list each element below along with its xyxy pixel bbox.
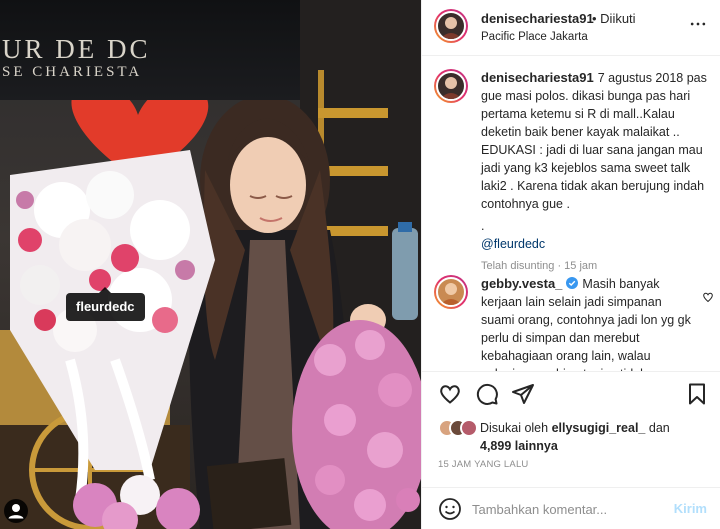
- author-avatar[interactable]: [434, 9, 468, 43]
- caption-dot: .: [481, 219, 485, 233]
- comment-body: gebby.vesta_ Masih banyak kerjaan lain se…: [481, 275, 693, 371]
- caption-text: 7 agustus 2018 pas gue masi polos. dikas…: [481, 71, 707, 211]
- post-header: denisechariesta91 • Diikuti Pacific Plac…: [422, 0, 720, 56]
- caption-username[interactable]: denisechariesta91: [481, 70, 594, 85]
- post-location[interactable]: Pacific Place Jakarta: [481, 31, 588, 43]
- store-sign: UR DE DC SE CHARIESTA: [0, 0, 300, 100]
- emoji-icon[interactable]: [438, 497, 462, 521]
- photo-tag-fleurdedc[interactable]: fleurdedc: [66, 287, 145, 321]
- caption-body: denisechariesta91 7 agustus 2018 pas gue …: [481, 69, 711, 275]
- likes-text: Disukai oleh ellysugigi_real_ dan: [480, 421, 670, 435]
- comments-list[interactable]: denisechariesta91 7 agustus 2018 pas gue …: [422, 57, 720, 371]
- post-actions-bar: [422, 371, 720, 415]
- caption-edited-meta: Telah disunting · 15 jam: [481, 260, 598, 272]
- likes-count[interactable]: 4,899 lainnya: [480, 439, 558, 453]
- commenter-avatar[interactable]: [434, 275, 468, 309]
- store-sign-subtitle: SE CHARIESTA: [2, 64, 143, 80]
- comment-like-heart-icon[interactable]: [702, 291, 714, 303]
- post-side-panel: denisechariesta91 • Diikuti Pacific Plac…: [421, 0, 720, 529]
- author-username[interactable]: denisechariesta91: [481, 11, 594, 26]
- likes-suffix: dan: [648, 421, 670, 435]
- verified-badge-icon: [566, 277, 579, 289]
- paper-plane-icon[interactable]: [511, 382, 535, 406]
- commenter-username[interactable]: gebby.vesta_: [481, 276, 562, 291]
- liker-avatars[interactable]: [438, 419, 478, 439]
- liker-username[interactable]: ellysugigi_real_: [552, 421, 646, 435]
- add-comment-bar: Kirim: [422, 487, 720, 529]
- user-icon: [8, 504, 24, 519]
- post-photo[interactable]: UR DE DC SE CHARIESTA fleurdedc: [0, 0, 421, 529]
- likes-summary: Disukai oleh ellysugigi_real_ dan 4,899 …: [438, 417, 718, 457]
- post-timestamp[interactable]: 15 JAM YANG LALU: [438, 459, 529, 470]
- comment-icon[interactable]: [475, 382, 499, 406]
- store-sign-title: UR DE DC: [2, 34, 151, 64]
- likes-prefix: Disukai oleh: [480, 421, 549, 435]
- more-horizontal-icon[interactable]: [688, 14, 708, 34]
- caption-avatar[interactable]: [434, 69, 468, 103]
- bookmark-icon[interactable]: [685, 382, 709, 406]
- caption-mention[interactable]: @fleurdedc: [481, 235, 711, 253]
- tagged-users-button[interactable]: [4, 499, 28, 523]
- comment-text: Masih banyak kerjaan lain selain jadi si…: [481, 277, 691, 371]
- comment-input[interactable]: [472, 498, 662, 520]
- follow-status[interactable]: • Diikuti: [592, 11, 636, 26]
- post-comment-button[interactable]: Kirim: [674, 501, 707, 516]
- heart-icon[interactable]: [438, 382, 462, 406]
